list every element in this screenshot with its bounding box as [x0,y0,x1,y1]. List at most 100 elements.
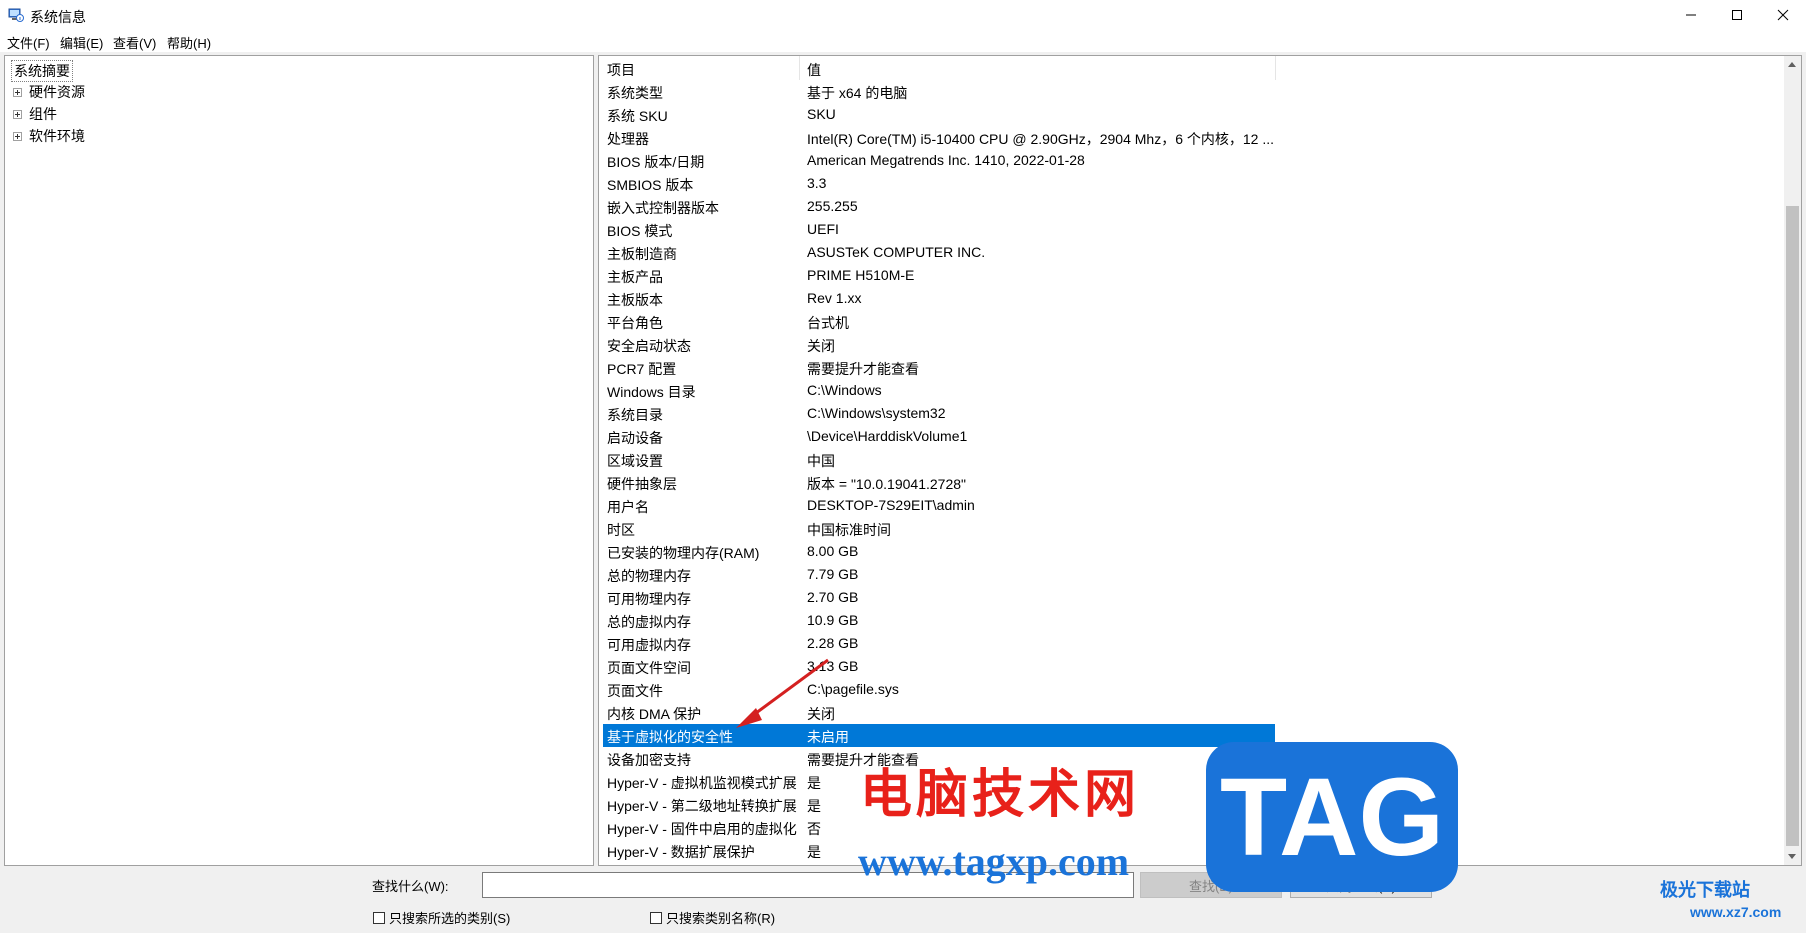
table-row[interactable]: 可用虚拟内存 2.28 GB [599,632,1779,655]
window-title: 系统信息 [30,9,86,25]
cell-item: 区域设置 [607,453,663,469]
table-row[interactable]: 系统 SKU SKU [599,103,1779,126]
checkbox-box[interactable] [650,911,662,924]
cell-value: 否 [807,821,821,837]
cell-value: \Device\HarddiskVolume1 [807,428,968,444]
table-row[interactable]: 内核 DMA 保护 关闭 [599,701,1779,724]
close-icon [1777,9,1789,21]
menu-bar: 文件(F) 编辑(E) 查看(V) 帮助(H) [0,30,1806,53]
cell-value: 关闭 [807,338,835,354]
cell-item: 系统 SKU [607,108,668,124]
search-selected-category-checkbox[interactable]: 只搜索所选的类别(S) [373,908,510,927]
search-category-names-checkbox[interactable]: 只搜索类别名称(R) [650,908,775,927]
tree-item-software-environment[interactable]: 软件环境 [13,126,85,146]
tree-item-label: 软件环境 [29,128,85,144]
cell-item: SMBIOS 版本 [607,177,694,193]
table-row[interactable]: Hyper-V - 虚拟机监视模式扩展是 [599,770,1779,793]
table-row[interactable]: 总的物理内存 7.79 GB [599,563,1779,586]
tree-item-hardware-resources[interactable]: 硬件资源 [13,82,85,102]
cell-value: 8.00 GB [807,543,859,559]
watermark-corner-url: www.xz7.com [1690,904,1782,920]
table-row[interactable]: 硬件抽象层 版本 = "10.0.19041.2728" [599,471,1779,494]
cell-item: BIOS 模式 [607,223,673,239]
cell-item: 内核 DMA 保护 [607,706,702,722]
cell-value: 2.70 GB [807,589,859,605]
table-row[interactable]: 主板产品 PRIME H510M-E [599,264,1779,287]
cell-value: 是 [807,775,821,791]
table-row[interactable]: 已安装的物理内存(RAM) 8.00 GB [599,540,1779,563]
minimize-button[interactable] [1668,0,1714,30]
expand-plus-icon[interactable] [13,109,22,119]
column-header-item[interactable]: 项目 [607,60,635,80]
cell-item: 系统目录 [607,407,663,423]
table-row[interactable]: 时区 中国标准时间 [599,517,1779,540]
cell-value: 未启用 [807,729,849,745]
table-row[interactable]: BIOS 版本/日期 American Megatrends Inc. 1410,… [599,149,1779,172]
table-row[interactable]: 页面文件 C:\pagefile.sys [599,678,1779,701]
table-row[interactable]: 处理器 Intel(R) Core(TM) i5-10400 CPU @ 2.90… [599,126,1779,149]
cell-item: Hyper-V - 固件中启用的虚拟化 [607,821,797,837]
table-row[interactable]: 启动设备 \Device\HarddiskVolume1 [599,425,1779,448]
find-label: 查找什么(W): [372,879,449,894]
table-row[interactable]: SMBIOS 版本 3.3 [599,172,1779,195]
tree-item-components[interactable]: 组件 [13,104,57,124]
vertical-scrollbar[interactable] [1784,56,1801,865]
cell-value: 是 [807,844,821,860]
table-row[interactable]: Hyper-V - 第二级地址转换扩展是 [599,793,1779,816]
scroll-up-arrow-icon[interactable] [1788,62,1796,67]
table-row[interactable]: 系统类型 基于 x64 的电脑 [599,80,1779,103]
title-bar: 系统信息 [0,0,1806,30]
table-row[interactable]: 用户名 DESKTOP-7S29EIT\admin [599,494,1779,517]
expand-plus-icon[interactable] [13,87,22,97]
cell-item: 总的物理内存 [607,568,691,584]
cell-value: DESKTOP-7S29EIT\admin [807,497,975,513]
maximize-button[interactable] [1714,0,1760,30]
table-row[interactable]: BIOS 模式 UEFI [599,218,1779,241]
close-button[interactable] [1760,0,1806,30]
expand-plus-icon[interactable] [13,131,22,141]
table-row[interactable]: 平台角色 台式机 [599,310,1779,333]
table-row[interactable]: Windows 目录 C:\Windows [599,379,1779,402]
checkbox-box[interactable] [373,911,385,924]
watermark-url: www.tagxp.com [858,839,1130,884]
category-tree: 系统摘要 硬件资源 组件 软件环境 [4,55,594,866]
table-row[interactable]: 嵌入式控制器版本 255.255 [599,195,1779,218]
cell-item: PCR7 配置 [607,361,677,377]
cell-item: 启动设备 [607,430,663,446]
table-row[interactable]: 基于虚拟化的安全性 未启用 [599,724,1779,747]
cell-value: 是 [807,798,821,814]
maximize-icon [1732,10,1742,20]
menu-view[interactable]: 查看(V) [113,33,156,52]
table-row[interactable]: 区域设置 中国 [599,448,1779,471]
cell-value: 255.255 [807,198,858,214]
cell-item: 主板版本 [607,292,663,308]
table-row[interactable]: 安全启动状态 关闭 [599,333,1779,356]
table-row[interactable]: 可用物理内存 2.70 GB [599,586,1779,609]
tree-item-label: 组件 [29,106,57,122]
scrollbar-thumb[interactable] [1786,206,1799,846]
cell-item: 处理器 [607,131,649,147]
table-row[interactable]: Hyper-V - 固件中启用的虚拟化否 [599,816,1779,839]
cell-item: 可用物理内存 [607,591,691,607]
menu-edit[interactable]: 编辑(E) [60,33,103,52]
checkbox-label: 只搜索所选的类别(S) [389,911,511,926]
cell-item: 可用虚拟内存 [607,637,691,653]
table-row[interactable]: PCR7 配置 需要提升才能查看 [599,356,1779,379]
table-row[interactable]: 主板版本 Rev 1.xx [599,287,1779,310]
scroll-down-arrow-icon[interactable] [1788,854,1796,859]
cell-value: SKU [807,106,836,122]
cell-item: Hyper-V - 第二级地址转换扩展 [607,798,797,814]
column-separator[interactable] [1275,56,1276,80]
table-row[interactable]: 设备加密支持 需要提升才能查看 [599,747,1779,770]
table-row[interactable]: 页面文件空间 3.13 GB [599,655,1779,678]
table-row[interactable]: 系统目录 C:\Windows\system32 [599,402,1779,425]
column-header-value[interactable]: 值 [807,60,821,80]
table-row[interactable]: Hyper-V - 数据扩展保护 是 [599,839,1779,862]
cell-item: 安全启动状态 [607,338,691,354]
menu-file[interactable]: 文件(F) [7,33,50,52]
table-row[interactable]: 总的虚拟内存 10.9 GB [599,609,1779,632]
tree-item-system-summary[interactable]: 系统摘要 [11,60,73,82]
table-row[interactable]: 主板制造商 ASUSTeK COMPUTER INC. [599,241,1779,264]
column-separator[interactable] [799,56,800,80]
menu-help[interactable]: 帮助(H) [167,33,211,52]
